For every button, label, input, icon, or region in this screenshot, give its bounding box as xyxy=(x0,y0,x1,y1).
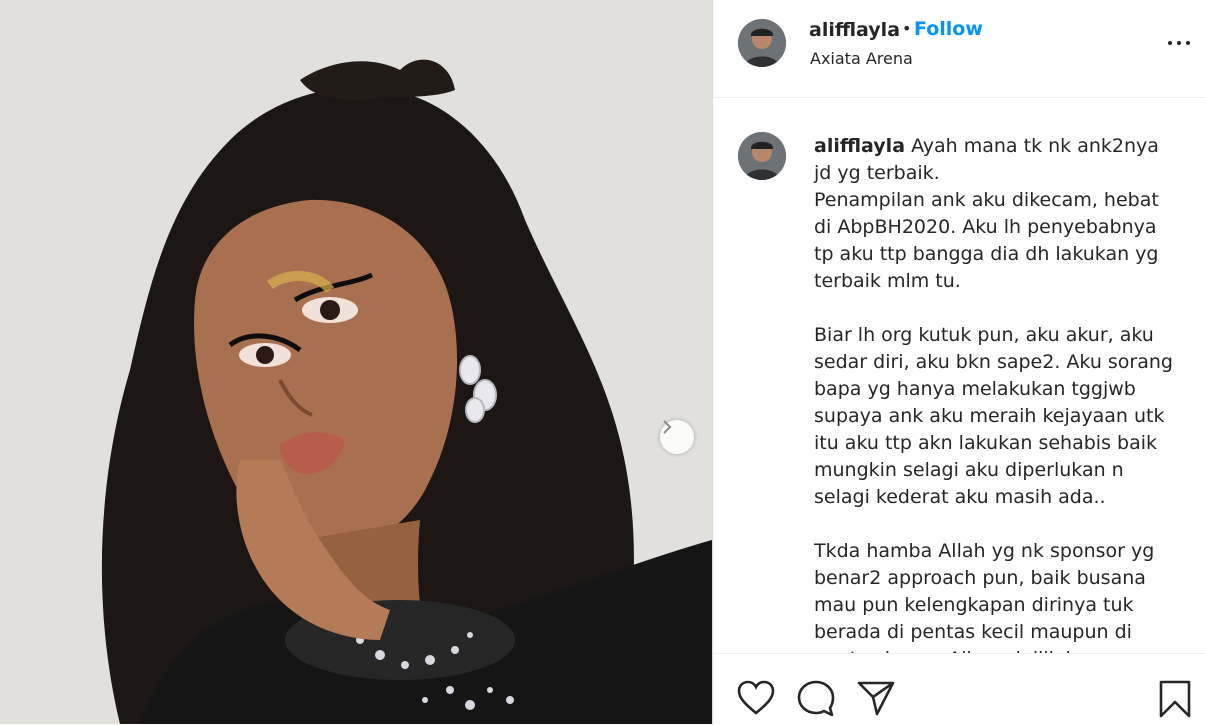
separator-dot: • xyxy=(902,19,912,38)
post-header: alifflayla • Follow Axiata Arena xyxy=(713,0,1205,98)
post-caption: alifflayla Ayah mana tk nk ank2nya jd yg… xyxy=(814,133,1174,653)
follow-button[interactable]: Follow xyxy=(914,18,983,40)
heart-icon[interactable] xyxy=(737,680,775,716)
caption-text: Ayah mana tk nk ank2nya jd yg terbaik. P… xyxy=(814,135,1173,653)
post-side-panel: alifflayla • Follow Axiata Arena aliffla… xyxy=(713,0,1205,724)
post-location[interactable]: Axiata Arena xyxy=(810,49,913,68)
avatar[interactable] xyxy=(738,19,786,67)
bookmark-icon[interactable] xyxy=(1159,680,1191,718)
more-options-icon[interactable] xyxy=(1165,30,1195,56)
post-photo[interactable] xyxy=(0,0,712,724)
paper-plane-icon[interactable] xyxy=(857,680,895,716)
portrait-image xyxy=(0,0,712,724)
avatar[interactable] xyxy=(738,132,786,180)
chevron-right-icon xyxy=(663,420,672,434)
action-bar xyxy=(713,653,1205,725)
caption-username[interactable]: alifflayla xyxy=(814,135,905,157)
next-photo-button[interactable] xyxy=(660,420,694,454)
post-author-username[interactable]: alifflayla xyxy=(809,19,900,41)
comment-icon[interactable] xyxy=(797,680,835,716)
caption-section: alifflayla Ayah mana tk nk ank2nya jd yg… xyxy=(713,98,1205,653)
